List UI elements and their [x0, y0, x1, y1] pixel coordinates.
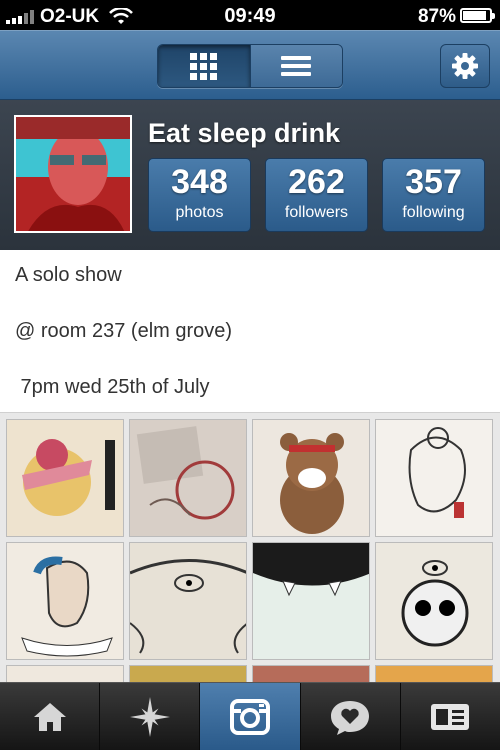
home-icon: [33, 702, 66, 731]
photo-thumbnail[interactable]: [252, 542, 370, 660]
tab-profile[interactable]: [399, 683, 500, 750]
following-stat[interactable]: 357 following: [382, 158, 485, 232]
list-view-icon: [281, 56, 312, 76]
followers-label: followers: [284, 204, 349, 221]
status-bar: O2-UK 09:49 87%: [0, 0, 500, 30]
username: Eat sleep drink: [148, 118, 341, 148]
tab-camera[interactable]: [199, 683, 300, 750]
photo-thumbnail[interactable]: [375, 419, 493, 537]
camera-icon: [230, 698, 270, 735]
profile-bio: A solo show @ room 237 (elm grove) 7pm w…: [0, 250, 500, 412]
photo-grid: [0, 412, 500, 750]
followers-stat[interactable]: 262 followers: [265, 158, 368, 232]
avatar[interactable]: [14, 115, 132, 233]
battery-percentage: 87%: [417, 6, 456, 27]
view-toggle: [157, 44, 343, 88]
tab-bar: [0, 682, 500, 750]
tab-home[interactable]: [0, 683, 99, 750]
following-label: following: [402, 204, 465, 221]
bio-line-1: A solo show: [15, 264, 122, 286]
news-heart-bubble-icon: [331, 700, 370, 735]
photo-thumbnail[interactable]: [129, 542, 247, 660]
bio-line-3: 7pm wed 25th of July: [15, 376, 210, 398]
tab-explore[interactable]: [99, 683, 199, 750]
grid-view-icon: [190, 52, 218, 80]
photos-label: photos: [175, 204, 224, 221]
grid-view-button[interactable]: [158, 45, 250, 87]
followers-count: 262: [288, 163, 345, 201]
tab-news[interactable]: [299, 683, 400, 750]
photos-stat[interactable]: 348 photos: [148, 158, 251, 232]
profile-card-icon: [431, 703, 470, 730]
photo-thumbnail[interactable]: [129, 419, 247, 537]
gear-icon: [452, 53, 478, 79]
bio-line-2: @ room 237 (elm grove): [15, 320, 233, 342]
nav-bar: [0, 30, 500, 100]
photos-count: 348: [171, 163, 228, 201]
battery-icon: [460, 8, 495, 23]
photo-thumbnail[interactable]: [6, 542, 124, 660]
avatar-portrait: [16, 117, 130, 231]
following-count: 357: [405, 163, 462, 201]
list-view-button[interactable]: [249, 45, 342, 87]
explore-star-icon: [129, 696, 170, 737]
photo-thumbnail[interactable]: [6, 419, 124, 537]
photo-thumbnail[interactable]: [252, 419, 370, 537]
photo-thumbnail[interactable]: [375, 542, 493, 660]
profile-header: Eat sleep drink 348 photos 262 followers…: [0, 100, 500, 250]
settings-button[interactable]: [440, 44, 490, 88]
